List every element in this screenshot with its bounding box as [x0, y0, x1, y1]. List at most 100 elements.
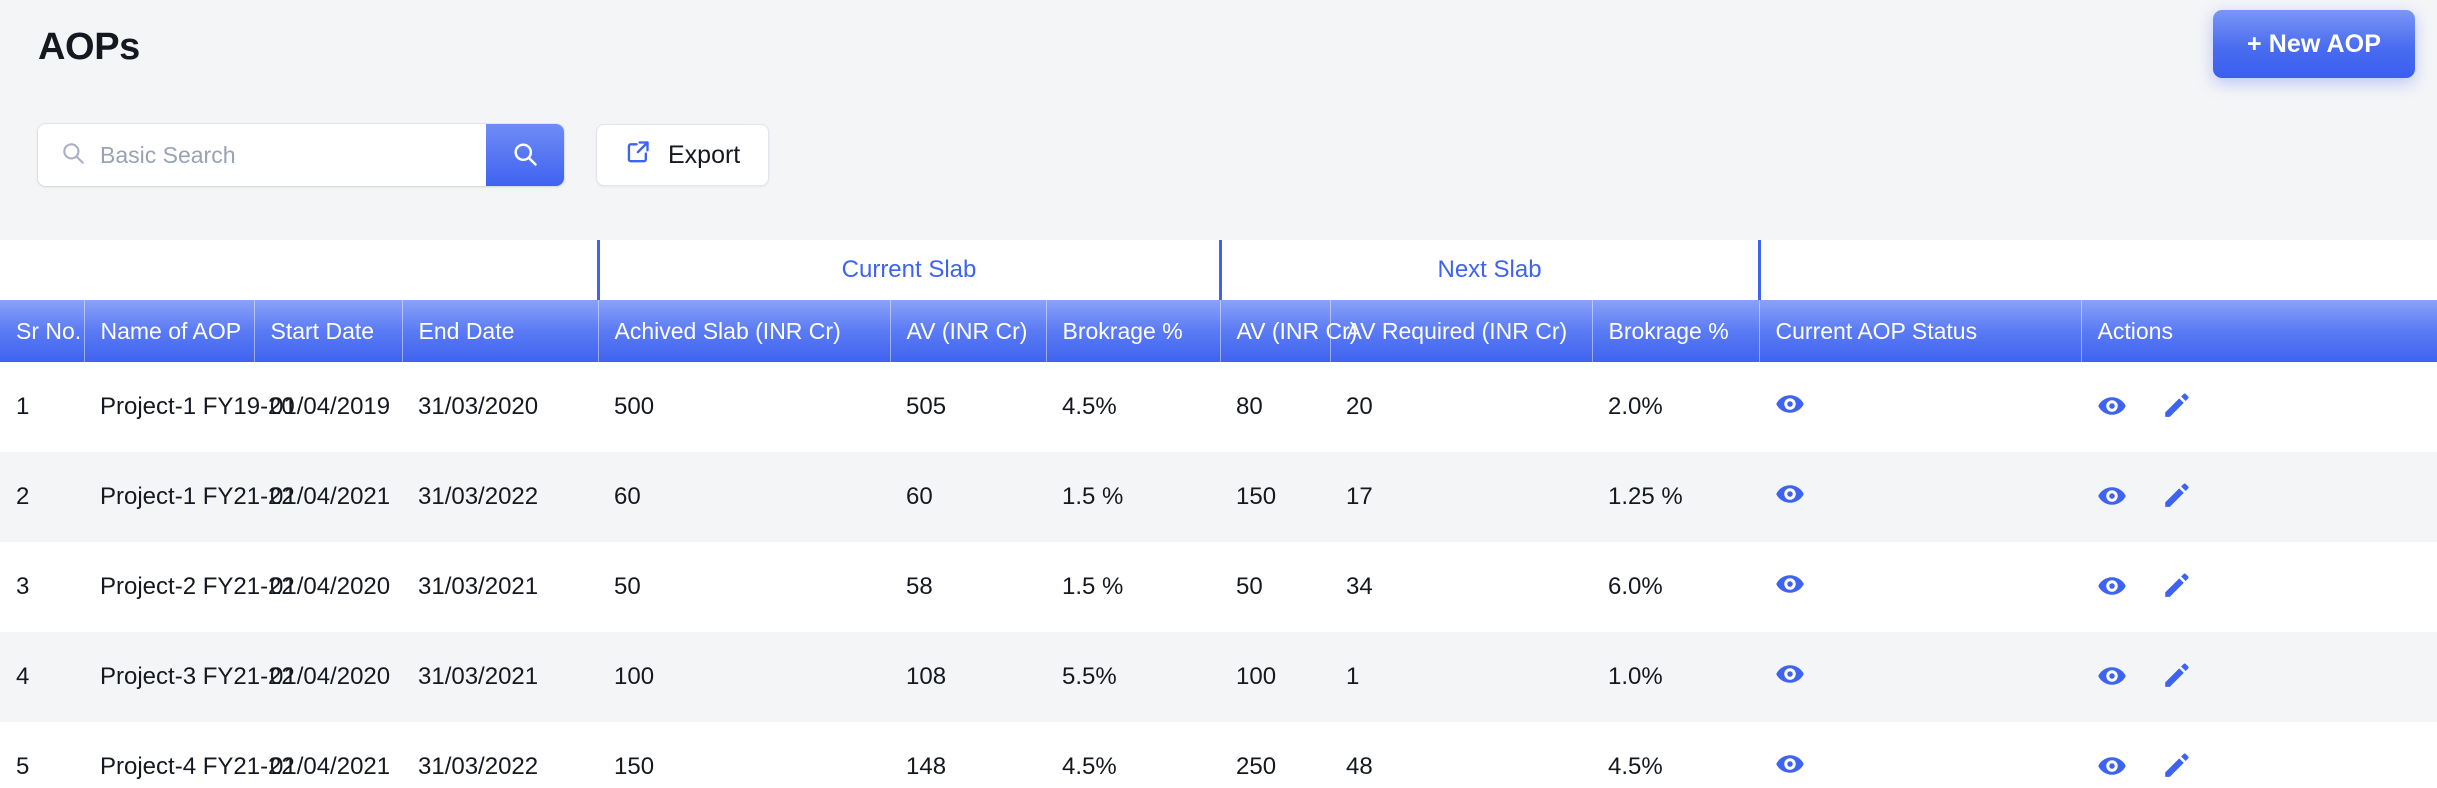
action-icon-group — [2097, 391, 2421, 424]
view-status-button[interactable] — [1775, 659, 1805, 692]
cell-current-aop-status — [1759, 542, 2081, 632]
cell-current-aop-status — [1759, 722, 2081, 788]
export-button[interactable]: Export — [596, 124, 770, 186]
view-row-button[interactable] — [2097, 751, 2127, 784]
view-status-button[interactable] — [1775, 479, 1805, 512]
cell-current-brokerage: 4.5% — [1062, 393, 1117, 420]
cell-current-aop-status — [1759, 362, 2081, 452]
search-icon — [511, 140, 539, 171]
cell-current-av: 148 — [906, 753, 947, 780]
search-submit-button[interactable] — [486, 124, 564, 186]
table-row: 2 Project-1 FY21-22 01/04/2021 31/03/2022 60… — [0, 452, 2437, 542]
view-row-button[interactable] — [2097, 481, 2127, 514]
table-head: Current Slab Next Slab Sr No. Name of AO… — [0, 240, 2437, 362]
table-row: 5 Project-4 FY21-22 01/04/2021 31/03/2022 15… — [0, 722, 2437, 788]
export-button-label: Export — [668, 140, 741, 169]
edit-row-button[interactable] — [2161, 481, 2191, 514]
cell-actions — [2081, 632, 2437, 722]
cell-actions — [2081, 452, 2437, 542]
view-row-button[interactable] — [2097, 391, 2127, 424]
cell-name-of-aop: Project-1 FY21-22 — [100, 483, 295, 510]
cell-next-brokerage: 2.0% — [1608, 393, 1663, 420]
edit-row-button[interactable] — [2161, 661, 2191, 694]
column-header-end-date[interactable]: End Date — [402, 300, 599, 362]
group-header-blank-right — [1759, 240, 2437, 300]
view-status-button[interactable] — [1775, 749, 1805, 782]
cell-actions — [2081, 542, 2437, 632]
new-aop-button[interactable]: + New AOP — [2212, 10, 2415, 78]
cell-av-required: 48 — [1346, 753, 1373, 780]
cell-achieved-slab: 500 — [614, 393, 655, 420]
cell-achieved-slab: 150 — [614, 753, 655, 780]
column-header-av-required[interactable]: AV Required (INR Cr) — [1330, 300, 1593, 362]
edit-icon — [2161, 751, 2191, 784]
edit-row-button[interactable] — [2161, 751, 2191, 784]
cell-current-aop-status — [1759, 632, 2081, 722]
external-link-icon — [625, 138, 652, 172]
cell-current-aop-status — [1759, 452, 2081, 542]
cell-start-date: 01/04/2021 — [270, 483, 391, 510]
search-icon — [60, 140, 86, 171]
search-input[interactable] — [100, 124, 468, 186]
action-icon-group — [2097, 571, 2421, 604]
group-header-next-slab: Next Slab — [1218, 240, 1761, 300]
cell-next-av: 250 — [1236, 753, 1277, 780]
column-header-sr-no[interactable]: Sr No. — [0, 300, 85, 362]
eye-icon — [2097, 391, 2127, 424]
cell-current-brokerage: 5.5% — [1062, 663, 1117, 690]
column-header-next-av[interactable]: AV (INR Cr) — [1220, 300, 1357, 362]
cell-start-date: 01/04/2020 — [270, 573, 391, 600]
cell-current-brokerage: 1.5 % — [1062, 573, 1124, 600]
cell-actions — [2081, 722, 2437, 788]
cell-achieved-slab: 50 — [614, 573, 641, 600]
cell-next-av: 50 — [1236, 573, 1263, 600]
cell-av-required: 1 — [1346, 663, 1360, 690]
edit-icon — [2161, 571, 2191, 604]
eye-icon — [1775, 659, 1805, 692]
toolbar: AOPs + New AOP Basic Search Export — [0, 0, 2437, 240]
column-header-current-aop-status[interactable]: Current AOP Status — [1759, 300, 2082, 362]
cell-name-of-aop: Project-3 FY21-22 — [100, 663, 295, 690]
cell-next-av: 150 — [1236, 483, 1277, 510]
cell-sr-no: 1 — [16, 393, 30, 420]
cell-current-brokerage: 1.5 % — [1062, 483, 1124, 510]
search-row: Export — [38, 124, 770, 186]
cell-next-brokerage: 6.0% — [1608, 573, 1663, 600]
column-header-next-brokerage[interactable]: Brokrage % — [1592, 300, 1760, 362]
cell-av-required: 34 — [1346, 573, 1373, 600]
column-header-name-of-aop[interactable]: Name of AOP — [84, 300, 255, 362]
cell-next-brokerage: 1.0% — [1608, 663, 1663, 690]
cell-end-date: 31/03/2021 — [418, 573, 539, 600]
cell-av-required: 17 — [1346, 483, 1373, 510]
cell-end-date: 31/03/2022 — [418, 483, 539, 510]
view-status-button[interactable] — [1775, 389, 1805, 422]
cell-current-av: 60 — [906, 483, 933, 510]
column-header-actions[interactable]: Actions — [2081, 300, 2437, 362]
eye-icon — [2097, 661, 2127, 694]
column-header-start-date[interactable]: Start Date — [254, 300, 403, 362]
cell-end-date: 31/03/2021 — [418, 663, 539, 690]
search-field — [38, 124, 486, 186]
cell-name-of-aop: Project-4 FY21-22 — [100, 753, 295, 780]
table-body: 1 Project-1 FY19-20 01/04/2019 31/03/2020 50… — [0, 362, 2437, 788]
cell-end-date: 31/03/2020 — [418, 393, 539, 420]
eye-icon — [2097, 571, 2127, 604]
column-header-current-av[interactable]: AV (INR Cr) — [890, 300, 1047, 362]
cell-next-brokerage: 4.5% — [1608, 753, 1663, 780]
column-header-current-brokerage[interactable]: Brokrage % — [1046, 300, 1221, 362]
column-header-achieved-slab[interactable]: Achived Slab (INR Cr) — [598, 300, 891, 362]
cell-achieved-slab: 60 — [614, 483, 641, 510]
cell-av-required: 20 — [1346, 393, 1373, 420]
edit-row-button[interactable] — [2161, 391, 2191, 424]
view-row-button[interactable] — [2097, 571, 2127, 604]
column-header-row: Sr No. Name of AOP Start Date End Date A… — [0, 300, 2437, 362]
cell-next-brokerage: 1.25 % — [1608, 483, 1683, 510]
eye-icon — [1775, 569, 1805, 602]
view-row-button[interactable] — [2097, 661, 2127, 694]
view-status-button[interactable] — [1775, 569, 1805, 602]
cell-name-of-aop: Project-2 FY21-22 — [100, 573, 295, 600]
page-title: AOPs — [38, 26, 140, 68]
edit-row-button[interactable] — [2161, 571, 2191, 604]
aops-table: Current Slab Next Slab Sr No. Name of AO… — [0, 240, 2437, 788]
action-icon-group — [2097, 661, 2421, 694]
